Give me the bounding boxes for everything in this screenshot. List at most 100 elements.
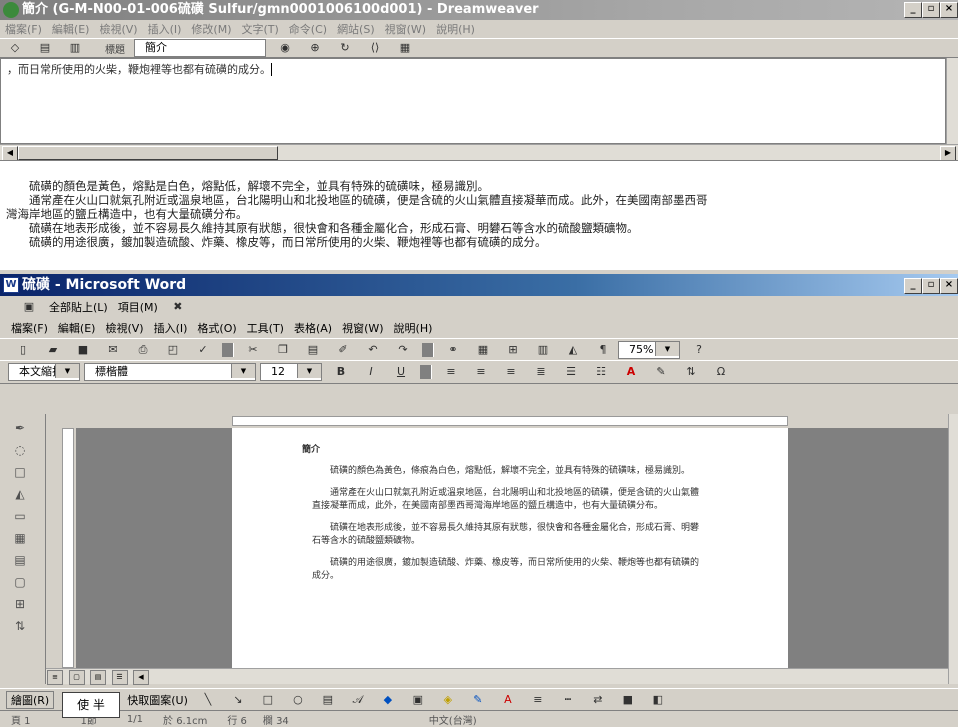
word-menu-format[interactable]: 格式(O): [192, 320, 241, 336]
columns-icon[interactable]: ▥: [530, 343, 556, 357]
italic-icon[interactable]: I: [358, 365, 384, 379]
email-icon[interactable]: ✉: [100, 343, 126, 357]
word-close-button[interactable]: ×: [940, 278, 958, 294]
oval-icon[interactable]: ○: [285, 693, 311, 707]
table-icon[interactable]: ⊞: [10, 596, 30, 612]
menu-commands[interactable]: 命令(C): [284, 21, 332, 37]
fill-color-icon[interactable]: ◈: [435, 693, 461, 707]
bold-icon[interactable]: B: [328, 365, 354, 379]
undo-icon[interactable]: ↶: [360, 343, 386, 357]
code-nav-icon[interactable]: ⟨⟩: [362, 41, 388, 55]
help-icon[interactable]: ?: [686, 343, 712, 357]
3d-icon[interactable]: ◧: [645, 693, 671, 707]
font-color-draw-icon[interactable]: A: [495, 693, 521, 707]
justify-icon[interactable]: ≣: [528, 365, 554, 379]
underline-icon[interactable]: U: [388, 365, 414, 379]
menu-modify[interactable]: 修改(M): [186, 21, 236, 37]
font-dropdown[interactable]: 標楷體 ▼: [84, 363, 256, 381]
hyperlink-icon[interactable]: ⚭: [440, 343, 466, 357]
word-minimize-button[interactable]: _: [904, 278, 922, 294]
menu-site[interactable]: 網站(S): [332, 21, 380, 37]
word-restore-button[interactable]: ▫: [922, 278, 940, 294]
word-menu-file[interactable]: 檔案(F): [6, 320, 53, 336]
ime-indicator[interactable]: 使 半: [62, 692, 120, 718]
code-horizontal-scrollbar[interactable]: ◀ ▶: [0, 144, 958, 162]
print-preview-icon[interactable]: ◰: [160, 343, 186, 357]
document-page[interactable]: 簡介 硫磺的顏色為黃色，條痕為白色，熔點低，解壞不完全，並具有特殊的硫磺味，極易…: [232, 428, 788, 668]
browser-check-icon[interactable]: ◉: [272, 41, 298, 55]
textbox-icon[interactable]: ▤: [315, 693, 341, 707]
wordart-icon[interactable]: 𝒜: [345, 693, 371, 707]
print-layout-icon[interactable]: ▤: [90, 670, 106, 685]
insert-table-icon[interactable]: ⊞: [500, 343, 526, 357]
outline-view-icon[interactable]: ☰: [111, 670, 128, 685]
new-document-icon[interactable]: ▯: [10, 343, 36, 357]
web-layout-icon[interactable]: ▢: [68, 670, 85, 685]
redo-icon[interactable]: ↷: [390, 343, 416, 357]
code-view-icon[interactable]: ◇: [2, 41, 28, 55]
sort-icon[interactable]: ⇅: [10, 618, 30, 634]
align-center-icon[interactable]: ≡: [468, 365, 494, 379]
word-menu-tools[interactable]: 工具(T): [242, 320, 289, 336]
menu-view[interactable]: 檢視(V): [94, 21, 142, 37]
print-icon[interactable]: ⎙: [130, 343, 156, 357]
font-size-dropdown[interactable]: 12 ▼: [260, 363, 322, 381]
design-view[interactable]: 硫磺的顏色是黃色，熔點是白色，熔點低，解壞不完全，並具有特殊的硫磺味，極易識別。…: [0, 160, 958, 270]
style-dropdown[interactable]: 本文縮排 ▼: [8, 363, 80, 381]
close-button[interactable]: ×: [940, 2, 958, 18]
restore-button[interactable]: ▫: [922, 2, 940, 18]
normal-view-icon[interactable]: ≡: [47, 670, 63, 685]
pen-icon[interactable]: ✒: [10, 420, 30, 436]
tables-borders-icon[interactable]: ▦: [470, 343, 496, 357]
align-right-icon[interactable]: ≡: [498, 365, 524, 379]
dash-style-icon[interactable]: ┅: [555, 693, 581, 707]
menu-file[interactable]: 檔案(F): [0, 21, 47, 37]
title-input[interactable]: 簡介: [134, 39, 266, 57]
design-view-icon[interactable]: ▥: [62, 41, 88, 55]
save-icon[interactable]: ■: [70, 343, 96, 357]
word-menu-help[interactable]: 說明(H): [389, 320, 438, 336]
clipart-icon[interactable]: ◆: [375, 693, 401, 707]
shadow-icon[interactable]: ■: [615, 693, 641, 707]
show-hide-icon[interactable]: ¶: [590, 343, 616, 357]
spelling-icon[interactable]: ✓: [190, 343, 216, 357]
view-options-icon[interactable]: ▦: [392, 41, 418, 55]
arrow-icon[interactable]: ↘: [225, 693, 251, 707]
scroll-thumb[interactable]: [18, 146, 278, 160]
zoom-dropdown[interactable]: 75% ▼: [618, 340, 680, 359]
copy-icon[interactable]: ❐: [270, 343, 296, 357]
word-horizontal-scrollbar[interactable]: ≡ ▢ ▤ ☰ ◀: [46, 668, 948, 685]
word-vertical-scrollbar[interactable]: [948, 414, 958, 684]
bullets-icon[interactable]: ☷: [588, 365, 614, 379]
cut-icon[interactable]: ✂: [240, 343, 266, 357]
menu-help[interactable]: 說明(H): [431, 21, 480, 37]
paste-all-button[interactable]: 全部貼上(L): [44, 299, 113, 315]
menu-edit[interactable]: 編輯(E): [47, 21, 95, 37]
word-menu-view[interactable]: 檢視(V): [100, 320, 148, 336]
grid-icon[interactable]: ▤: [10, 552, 30, 568]
vertical-ruler[interactable]: [62, 428, 74, 668]
drawing-icon[interactable]: ◭: [560, 343, 586, 357]
scroll-left-icon[interactable]: ◀: [133, 670, 149, 685]
word-menu-edit[interactable]: 編輯(E): [53, 320, 101, 336]
open-folder-icon[interactable]: ▰: [40, 343, 66, 357]
autoshapes-button[interactable]: 快取圖案(U): [122, 692, 193, 708]
split-view-icon[interactable]: ▤: [32, 41, 58, 55]
symbol-icon[interactable]: Ω: [708, 365, 734, 379]
word-menu-insert[interactable]: 插入(I): [149, 320, 193, 336]
layout-icon[interactable]: ▦: [10, 530, 30, 546]
line-color-icon[interactable]: ✎: [465, 693, 491, 707]
rectangle-icon[interactable]: □: [255, 693, 281, 707]
font-color-icon[interactable]: A: [618, 365, 644, 379]
frame-icon[interactable]: ▭: [10, 508, 30, 524]
menu-window[interactable]: 視窗(W): [380, 21, 431, 37]
menu-text[interactable]: 文字(T): [236, 21, 283, 37]
word-menu-table[interactable]: 表格(A): [289, 320, 337, 336]
numbering-icon[interactable]: ☰: [558, 365, 584, 379]
draw-menu-button[interactable]: 繪圖(R): [6, 690, 55, 709]
align-left-icon[interactable]: ≡: [438, 365, 464, 379]
clear-clipboard-icon[interactable]: ✖: [165, 300, 191, 314]
refresh-icon[interactable]: ↻: [332, 41, 358, 55]
arrow-style-icon[interactable]: ⇄: [585, 693, 611, 707]
fill-icon[interactable]: ◭: [10, 486, 30, 502]
